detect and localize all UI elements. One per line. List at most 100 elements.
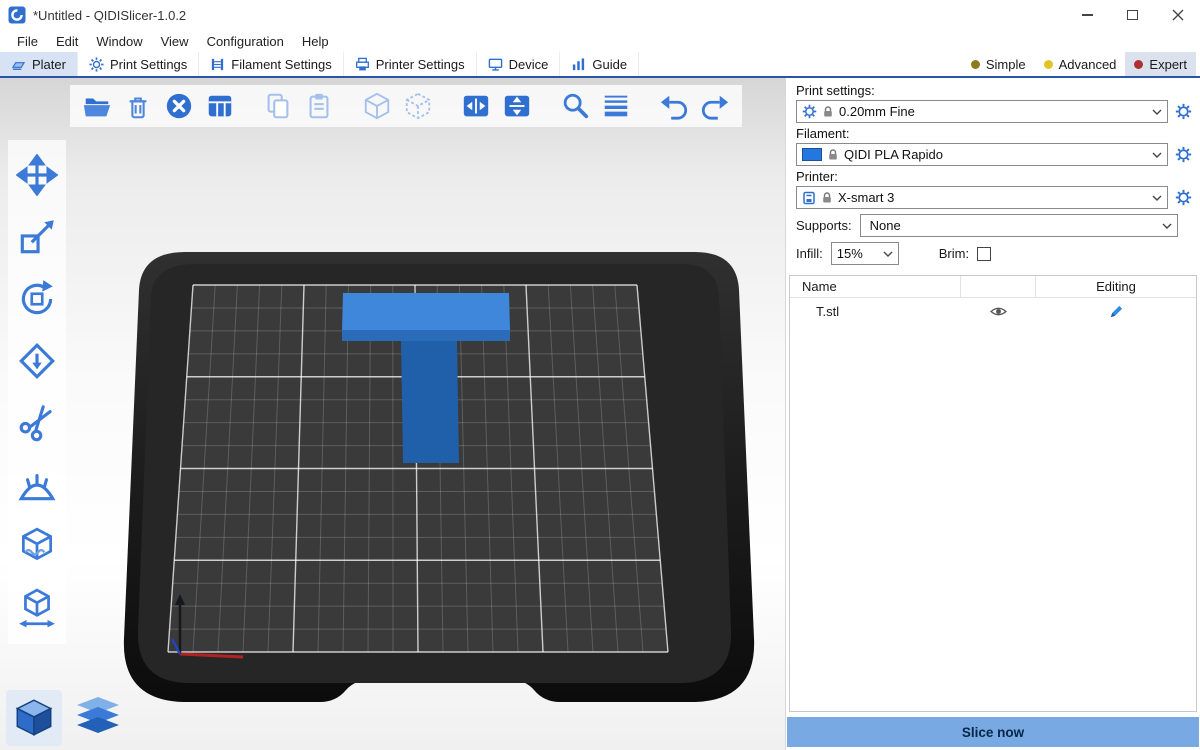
mode-label: Simple <box>986 57 1026 72</box>
minimize-button[interactable] <box>1065 0 1110 30</box>
cut-icon[interactable] <box>14 400 60 446</box>
chevron-down-icon <box>1152 109 1162 115</box>
rotate-icon[interactable] <box>14 276 60 322</box>
visibility-eye-icon[interactable] <box>990 305 1007 318</box>
tab-plater[interactable]: Plater <box>0 52 78 76</box>
supports-value: None <box>866 218 901 233</box>
measure-icon[interactable] <box>14 586 60 632</box>
filament-value: QIDI PLA Rapido <box>844 147 943 162</box>
maximize-icon <box>1127 10 1138 20</box>
chevron-down-icon <box>883 251 893 257</box>
copy-icon[interactable] <box>261 89 295 123</box>
arrange-icon[interactable] <box>203 89 237 123</box>
split-parts-icon[interactable] <box>500 89 534 123</box>
redo-icon[interactable] <box>698 89 732 123</box>
remove-instance-icon[interactable] <box>401 89 435 123</box>
infill-select[interactable]: 15% <box>831 242 899 265</box>
scale-icon[interactable] <box>14 214 60 260</box>
tab-label: Plater <box>32 57 66 72</box>
mode-label: Advanced <box>1059 57 1117 72</box>
filament-settings-tab-icon <box>210 57 225 72</box>
object-name: T.stl <box>790 304 961 319</box>
printer-settings-tab-icon <box>355 57 370 72</box>
object-list: Name Editing T.stl <box>789 275 1197 712</box>
mode-switcher: Simple Advanced Expert <box>962 52 1200 76</box>
top-toolbar <box>70 85 742 127</box>
printer-gear-button[interactable] <box>1174 189 1192 207</box>
print-settings-select[interactable]: 0.20mm Fine <box>796 100 1168 123</box>
supports-label: Supports: <box>796 218 852 233</box>
gizmo-toolbar <box>8 140 66 644</box>
table-row[interactable]: T.stl <box>790 298 1196 324</box>
3d-view-icon[interactable] <box>6 690 62 746</box>
menu-configuration[interactable]: Configuration <box>198 34 293 49</box>
close-button[interactable] <box>1155 0 1200 30</box>
maximize-button[interactable] <box>1110 0 1155 30</box>
paint-supports-icon[interactable] <box>14 462 60 508</box>
filament-label: Filament: <box>796 126 1192 141</box>
print-profile-gear-icon <box>802 104 817 119</box>
paste-icon[interactable] <box>302 89 336 123</box>
mode-advanced[interactable]: Advanced <box>1035 52 1126 76</box>
minimize-icon <box>1082 14 1093 16</box>
guide-tab-icon <box>571 57 586 72</box>
print-settings-tab-icon <box>89 57 104 72</box>
brim-checkbox[interactable] <box>977 247 991 261</box>
infill-value: 15% <box>837 246 863 261</box>
move-icon[interactable] <box>14 152 60 198</box>
chevron-down-icon <box>1162 223 1172 229</box>
lock-icon <box>827 149 839 161</box>
menu-window[interactable]: Window <box>87 34 151 49</box>
tab-device[interactable]: Device <box>477 52 561 76</box>
printer-select[interactable]: X-smart 3 <box>796 186 1168 209</box>
plater-icon <box>11 57 26 72</box>
viewport-3d <box>0 78 785 750</box>
print-settings-gear-button[interactable] <box>1174 103 1192 121</box>
lock-icon <box>822 106 834 118</box>
mode-simple[interactable]: Simple <box>962 52 1035 76</box>
column-header-visibility <box>961 276 1036 297</box>
place-on-face-icon[interactable] <box>14 338 60 384</box>
layers-view-icon[interactable] <box>70 690 126 746</box>
tab-bar: Plater Print Settings <box>0 52 1200 78</box>
delete-all-icon[interactable] <box>162 89 196 123</box>
expert-mode-dot-icon <box>1134 60 1143 69</box>
window-title: *Untitled - QIDISlicer-1.0.2 <box>33 8 186 23</box>
tab-guide[interactable]: Guide <box>560 52 639 76</box>
tab-filament-settings[interactable]: Filament Settings <box>199 52 343 76</box>
seam-icon[interactable] <box>14 524 60 570</box>
delete-icon[interactable] <box>121 89 155 123</box>
filament-gear-button[interactable] <box>1174 146 1192 164</box>
app-logo-icon <box>8 6 26 24</box>
search-icon[interactable] <box>558 89 592 123</box>
filament-select[interactable]: QIDI PLA Rapido <box>796 143 1168 166</box>
mode-expert[interactable]: Expert <box>1125 52 1196 76</box>
undo-icon[interactable] <box>657 89 691 123</box>
open-icon[interactable] <box>80 89 114 123</box>
chevron-down-icon <box>1152 152 1162 158</box>
app-window: *Untitled - QIDISlicer-1.0.2 File Edit W… <box>0 0 1200 750</box>
tab-label: Device <box>509 57 549 72</box>
menu-help[interactable]: Help <box>293 34 338 49</box>
menu-edit[interactable]: Edit <box>47 34 87 49</box>
slice-now-button[interactable]: Slice now <box>787 717 1199 747</box>
printer-value: X-smart 3 <box>838 190 894 205</box>
printer-label: Printer: <box>796 169 1192 184</box>
menu-file[interactable]: File <box>8 34 47 49</box>
advanced-mode-dot-icon <box>1044 60 1053 69</box>
editing-icon[interactable] <box>1109 304 1124 319</box>
object-list-header: Name Editing <box>790 276 1196 298</box>
split-objects-icon[interactable] <box>459 89 493 123</box>
print-settings-label: Print settings: <box>796 83 1192 98</box>
menu-bar: File Edit Window View Configuration Help <box>0 30 1200 52</box>
tab-print-settings[interactable]: Print Settings <box>78 52 199 76</box>
menu-view[interactable]: View <box>152 34 198 49</box>
supports-select[interactable]: None <box>860 214 1178 237</box>
close-icon <box>1172 9 1184 21</box>
tab-printer-settings[interactable]: Printer Settings <box>344 52 477 76</box>
simple-mode-dot-icon <box>971 60 980 69</box>
viewport-3d-scene[interactable] <box>0 78 785 750</box>
variable-layer-height-icon[interactable] <box>599 89 633 123</box>
add-instance-icon[interactable] <box>360 89 394 123</box>
mode-label: Expert <box>1149 57 1187 72</box>
